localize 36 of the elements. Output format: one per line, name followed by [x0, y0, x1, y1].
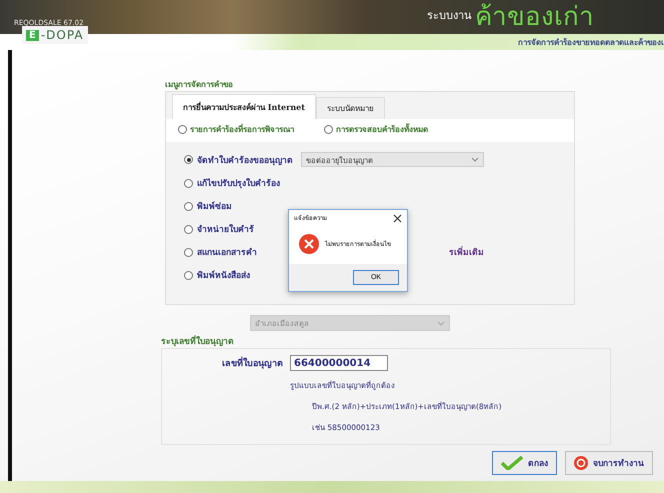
- section-title: เมนูการจัดการคำขอ: [165, 79, 234, 91]
- confirm-button[interactable]: ตกลง: [492, 451, 557, 475]
- radio-option[interactable]: จำหน่ายใบคำร้: [184, 222, 254, 236]
- radio-icon[interactable]: [184, 270, 193, 280]
- radio-option[interactable]: แก้ไขปรับปรุงใบคำร้อง: [184, 176, 280, 190]
- radio-option[interactable]: รายการคำร้องที่รอการพิจารณา: [178, 123, 294, 136]
- radio-icon[interactable]: [324, 125, 333, 134]
- close-icon[interactable]: [393, 214, 402, 222]
- chevron-down-icon: [471, 157, 479, 162]
- radio-icon[interactable]: [184, 202, 193, 210]
- section-title: ระบุเลขที่ใบอนุญาต: [161, 334, 235, 348]
- page-subtitle: การจัดการคำร้องขายทอดตลาดและค้าของเ: [518, 36, 664, 48]
- radio-icon[interactable]: [184, 224, 193, 234]
- radio-option[interactable]: พิมพ์ซ่อม: [184, 199, 232, 213]
- tab[interactable]: การยื่นความประสงค์ผ่าน Internet: [172, 94, 316, 119]
- radio-option[interactable]: จัดทำใบคำร้องขออนุญาต: [184, 152, 293, 166]
- radio-option[interactable]: การตรวจสอบคำร้องทั้งหมด: [324, 123, 428, 136]
- logo-mark: E: [26, 30, 39, 40]
- radio-option[interactable]: สแกนเอกสารคำ: [184, 245, 257, 259]
- exit-button[interactable]: จบการทำงาน: [565, 451, 653, 475]
- field-label: เลขที่ใบอนุญาต: [222, 356, 283, 370]
- option-label-fragment: รเพิ่มเติม: [449, 245, 484, 259]
- radio-icon[interactable]: [184, 178, 193, 188]
- chevron-down-icon: [437, 320, 445, 326]
- checkmark-icon: [501, 456, 523, 470]
- radio-icon[interactable]: [184, 155, 193, 164]
- license-number-field[interactable]: 66400000014: [290, 355, 388, 371]
- logo-text: -DOPA: [40, 28, 84, 42]
- radio-icon[interactable]: [178, 125, 187, 134]
- power-icon: [574, 456, 588, 470]
- radio-option[interactable]: พิมพ์หนังสือส่ง: [184, 268, 250, 282]
- tab[interactable]: ระบบนัดหมาย: [316, 97, 385, 119]
- radio-icon[interactable]: [184, 248, 193, 256]
- system-label: ระบบงาน: [427, 8, 472, 24]
- error-icon: [299, 234, 319, 254]
- system-name: ค้าของเก่า: [475, 2, 594, 32]
